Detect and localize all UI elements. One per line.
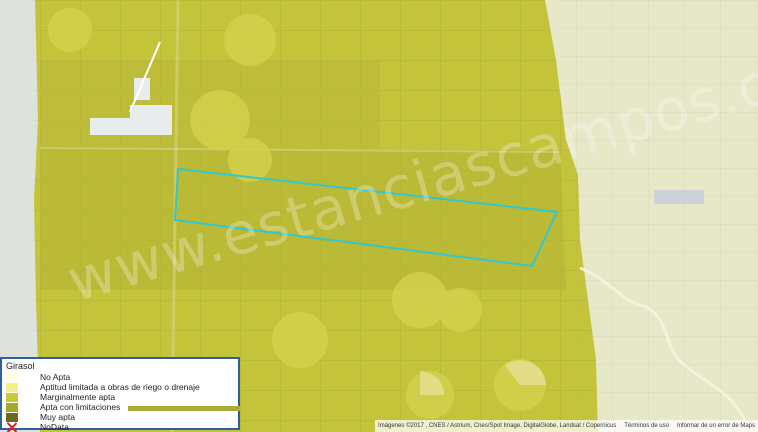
red-x-icon (6, 423, 18, 432)
legend-item-aptitud-limitada: Aptitud limitada a obras de riego o dren… (6, 382, 200, 392)
swatch-icon (6, 382, 18, 392)
report-error-link[interactable]: Informar de un error de Maps (677, 423, 755, 429)
legend-title: Girasol (6, 361, 35, 371)
swatch-icon (6, 412, 18, 422)
legend-item-marginalmente-apta: Marginalmente apta (6, 392, 115, 402)
legend-item-label: Apta con limitaciones (40, 402, 121, 412)
legend-item-label: Aptitud limitada a obras de riego o dren… (40, 382, 200, 392)
legend-item-label: Muy apta (40, 412, 75, 422)
legend-item-no-apta: No Apta (6, 372, 70, 382)
legend-item-label: Marginalmente apta (40, 392, 116, 402)
legend-panel: Girasol No Apta Aptitud limitada a obras… (0, 357, 240, 432)
swatch-icon (6, 372, 18, 382)
legend-item-label: No Apta (40, 372, 71, 382)
legend-item-muy-apta: Muy apta (6, 412, 75, 422)
swatch-icon (6, 392, 18, 402)
legend-item-label: NoData (40, 422, 69, 432)
legend-item-apta-con-limitaciones: Apta con limitaciones (6, 402, 120, 412)
terms-link[interactable]: Términos de uso (624, 423, 669, 429)
legend-item-nodata: NoData (6, 422, 69, 432)
map-attribution: Imágenes ©2017 , CNES / Astrium, Cnes/Sp… (375, 420, 758, 432)
swatch-icon (6, 402, 18, 412)
legend-highlight-bar (128, 406, 240, 411)
imagery-credit: Imágenes ©2017 , CNES / Astrium, Cnes/Sp… (378, 423, 617, 429)
